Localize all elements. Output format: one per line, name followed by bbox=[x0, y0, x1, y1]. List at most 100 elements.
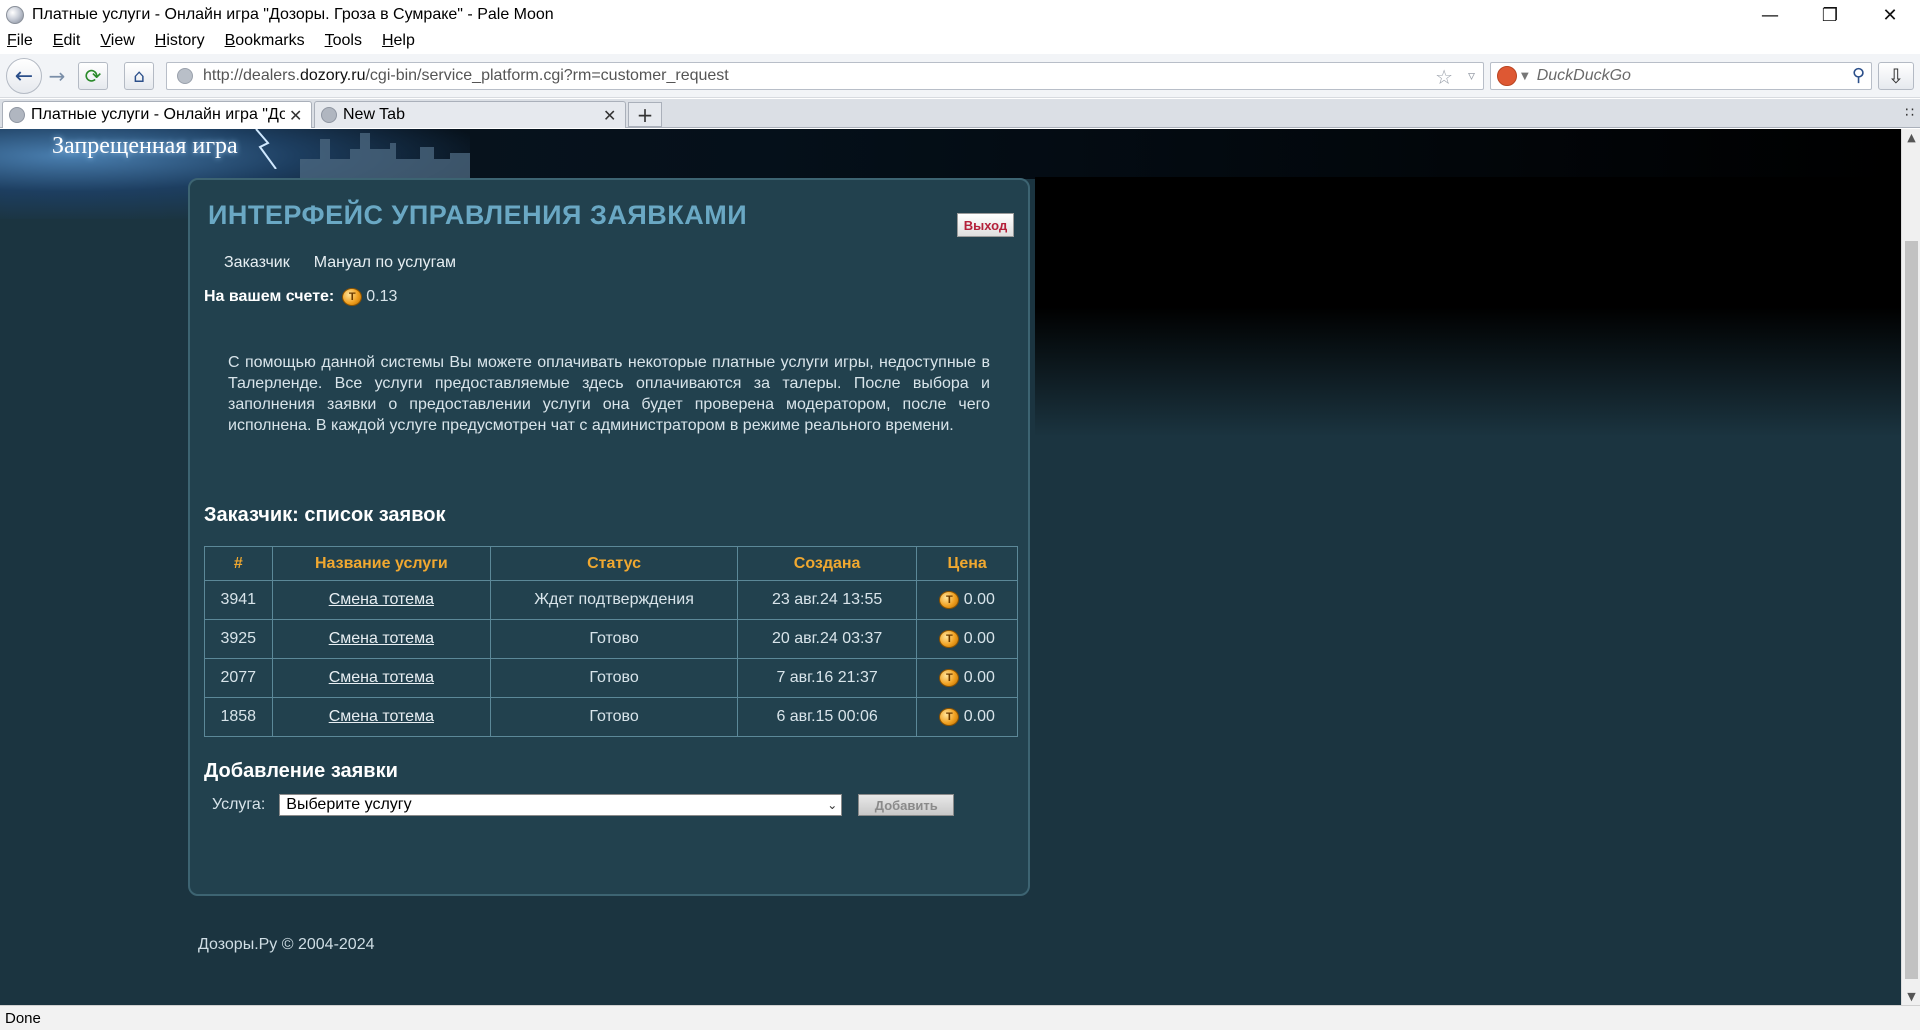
order-service-cell: Смена тотема bbox=[271, 658, 492, 698]
tab-label: New Tab bbox=[343, 106, 405, 123]
tab-bar: Платные услуги - Онлайн игра "Дозоры ✕ N… bbox=[0, 99, 1920, 128]
window-controls: — ❐ ✕ bbox=[1740, 0, 1920, 30]
menu-view[interactable]: View bbox=[97, 32, 137, 50]
add-request-form: Услуга: Выберите услугу ⌄ Добавить bbox=[212, 794, 955, 816]
tab-close-icon[interactable]: ✕ bbox=[289, 106, 305, 125]
tab-close-icon[interactable]: ✕ bbox=[603, 106, 619, 125]
vertical-scrollbar[interactable]: ▲ ▼ bbox=[1901, 129, 1920, 1005]
menu-tools-label: ools bbox=[332, 32, 362, 49]
search-engine-dropdown-icon[interactable]: ▼ bbox=[1521, 71, 1529, 82]
tab-paid-services[interactable]: Платные услуги - Онлайн игра "Дозоры ✕ bbox=[2, 101, 312, 128]
menu-history[interactable]: History bbox=[152, 32, 208, 50]
address-bar[interactable]: http://dealers.dozory.ru/cgi-bin/service… bbox=[166, 62, 1484, 90]
table-header-row: # Название услуги Статус Создана Цена bbox=[204, 546, 1018, 581]
tab-favicon-icon bbox=[9, 107, 25, 123]
menu-help[interactable]: Help bbox=[379, 32, 418, 50]
castle-silhouette-icon bbox=[300, 133, 470, 179]
column-header-created: Создана bbox=[736, 546, 918, 581]
chevron-down-icon[interactable]: ⌄ bbox=[827, 798, 837, 812]
column-header-service: Название услуги bbox=[271, 546, 492, 581]
new-tab-plus-icon[interactable]: + bbox=[628, 102, 662, 127]
status-bar: Done bbox=[0, 1005, 1920, 1030]
title-bar: Платные услуги - Онлайн игра "Дозоры. Гр… bbox=[0, 0, 1920, 30]
menu-file-label: ile bbox=[16, 32, 33, 49]
menu-bar: File Edit View History Bookmarks Tools H… bbox=[0, 30, 1920, 52]
minimize-button[interactable]: — bbox=[1740, 0, 1800, 30]
request-management-panel: ИНТЕРФЕЙС УПРАВЛЕНИЯ ЗАЯВКАМИ Выход Зака… bbox=[188, 178, 1030, 896]
scrollbar-thumb[interactable] bbox=[1905, 241, 1918, 979]
url-text[interactable]: http://dealers.dozory.ru/cgi-bin/service… bbox=[203, 67, 729, 85]
menu-edit[interactable]: Edit bbox=[50, 32, 84, 50]
menu-edit-accesskey: E bbox=[52, 32, 64, 49]
close-window-button[interactable]: ✕ bbox=[1860, 0, 1920, 30]
taler-coin-icon bbox=[939, 707, 960, 726]
tab-new-tab[interactable]: New Tab ✕ bbox=[314, 101, 626, 128]
url-host: dozory.ru bbox=[299, 67, 366, 84]
service-label: Услуга: bbox=[212, 796, 266, 813]
order-id: 3925 bbox=[204, 619, 273, 659]
menu-help-accesskey: H bbox=[381, 32, 394, 49]
all-tabs-grid-icon[interactable]: ∷ bbox=[1905, 105, 1914, 121]
magnifier-icon[interactable]: ⚲ bbox=[1852, 65, 1865, 86]
tab-favicon-icon bbox=[321, 107, 337, 123]
decorative-shadow bbox=[1035, 177, 1901, 437]
menu-tools[interactable]: Tools bbox=[322, 32, 365, 50]
add-request-button[interactable]: Добавить bbox=[858, 794, 955, 816]
column-header-id: # bbox=[204, 546, 273, 581]
order-service-link[interactable]: Смена тотема bbox=[329, 630, 434, 647]
logout-button[interactable]: Выход bbox=[957, 213, 1014, 237]
nav-link-customer[interactable]: Заказчик bbox=[224, 254, 290, 272]
menu-edit-label: dit bbox=[63, 32, 81, 49]
nav-link-services-manual[interactable]: Мануал по услугам bbox=[314, 254, 456, 272]
menu-file-accesskey: F bbox=[7, 32, 17, 49]
reload-icon[interactable]: ⟳ bbox=[78, 62, 108, 90]
scroll-up-arrow-icon[interactable]: ▲ bbox=[1902, 129, 1920, 146]
service-select[interactable]: Выберите услугу ⌄ bbox=[279, 794, 843, 816]
site-identity-icon[interactable] bbox=[177, 68, 193, 84]
order-service-cell: Смена тотема bbox=[271, 580, 492, 620]
search-placeholder[interactable]: DuckDuckGo bbox=[1537, 67, 1631, 85]
page-footer: Дозоры.Ру © 2004-2024 bbox=[198, 936, 375, 953]
url-path: /cgi-bin/service_platform.cgi?rm=custome… bbox=[365, 67, 729, 84]
order-price-cell: 0.00 bbox=[916, 658, 1018, 698]
back-arrow-icon[interactable]: ← bbox=[6, 58, 42, 94]
home-icon[interactable]: ⌂ bbox=[124, 62, 154, 90]
menu-file[interactable]: File bbox=[4, 32, 36, 50]
page-viewport: Запрещенная игра ИНТЕРФЕЙС УПРАВЛЕНИЯ ЗА… bbox=[0, 129, 1901, 1005]
search-bar[interactable]: ▼ DuckDuckGo ⚲ bbox=[1490, 62, 1872, 90]
order-price: 0.00 bbox=[963, 708, 995, 726]
taler-coin-icon bbox=[939, 668, 960, 687]
order-id: 1858 bbox=[204, 697, 273, 737]
order-created: 6 авг.15 00:06 bbox=[736, 697, 918, 737]
order-status: Готово bbox=[490, 658, 738, 698]
menu-view-label: iew bbox=[110, 32, 135, 49]
add-request-heading: Добавление заявки bbox=[204, 760, 398, 782]
url-prefix: http://dealers. bbox=[203, 67, 300, 84]
order-status: Ждет подтверждения bbox=[490, 580, 738, 620]
star-icon[interactable]: ☆ bbox=[1435, 65, 1453, 89]
order-service-link[interactable]: Смена тотема bbox=[329, 669, 434, 686]
order-id: 2077 bbox=[204, 658, 273, 698]
tab-label: Платные услуги - Онлайн игра "Дозоры bbox=[31, 106, 285, 123]
panel-navigation: Заказчик Мануал по услугам bbox=[224, 254, 480, 272]
table-row: 3925 Смена тотема Готово 20 авг.24 03:37… bbox=[204, 619, 1018, 659]
window-title: Платные услуги - Онлайн игра "Дозоры. Гр… bbox=[32, 6, 554, 23]
order-price-cell: 0.00 bbox=[916, 697, 1018, 737]
table-row: 2077 Смена тотема Готово 7 авг.16 21:37 … bbox=[204, 658, 1018, 698]
duckduckgo-icon[interactable] bbox=[1497, 66, 1517, 86]
status-text: Done bbox=[5, 1009, 41, 1027]
forward-arrow-icon[interactable]: → bbox=[44, 63, 70, 89]
url-history-dropdown-icon[interactable]: ▿ bbox=[1468, 68, 1475, 84]
order-service-link[interactable]: Смена тотема bbox=[329, 708, 434, 725]
menu-bookmarks[interactable]: Bookmarks bbox=[222, 32, 308, 50]
order-status: Готово bbox=[490, 619, 738, 659]
balance-value: 0.13 bbox=[366, 288, 398, 305]
maximize-button[interactable]: ❐ bbox=[1800, 0, 1860, 30]
menu-bookmarks-label: ookmarks bbox=[235, 32, 305, 49]
menu-history-label: istory bbox=[166, 32, 205, 49]
scroll-down-arrow-icon[interactable]: ▼ bbox=[1902, 988, 1920, 1005]
download-icon[interactable]: ⇩ bbox=[1878, 62, 1914, 90]
lightning-icon bbox=[255, 129, 277, 169]
order-service-link[interactable]: Смена тотема bbox=[329, 591, 434, 608]
taler-coin-icon bbox=[939, 629, 960, 648]
